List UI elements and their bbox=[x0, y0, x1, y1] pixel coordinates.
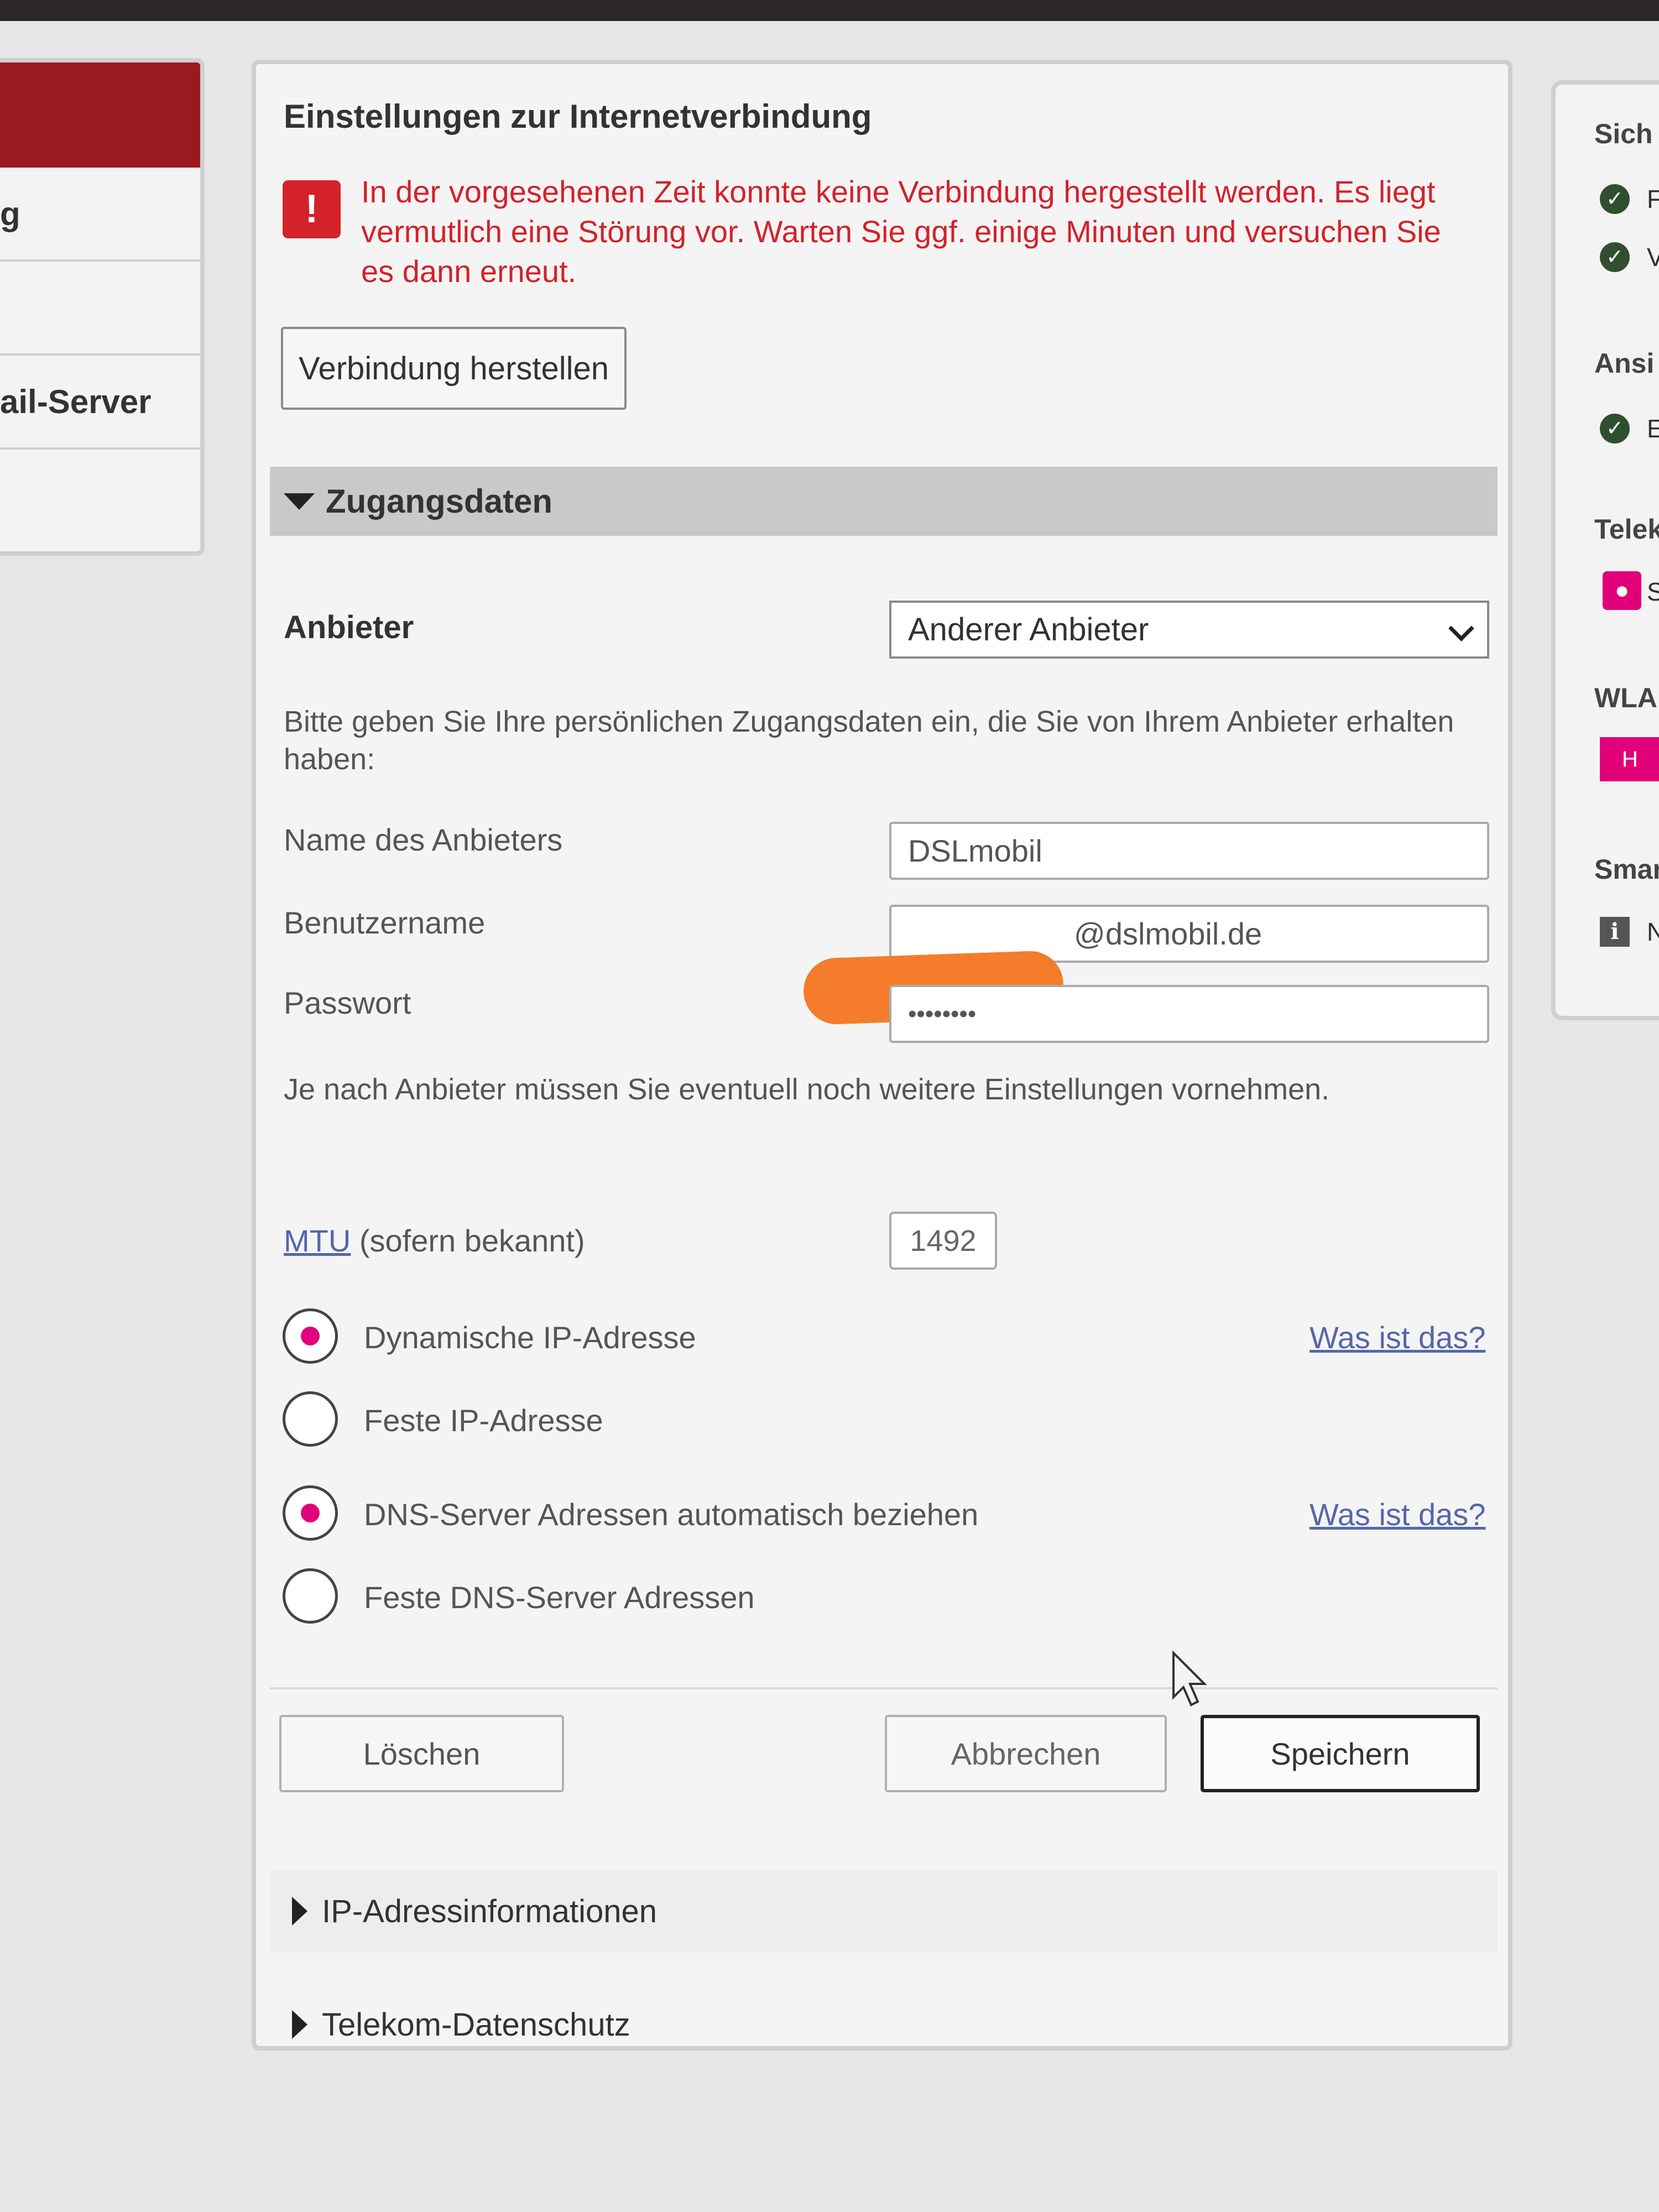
section-ip-address-info[interactable]: IP-Adressinformationen bbox=[270, 1870, 1498, 1953]
help-link-ip[interactable]: Was ist das? bbox=[1310, 1319, 1485, 1355]
radio-static-dns[interactable] bbox=[283, 1568, 338, 1624]
radio-label-auto-dns: DNS-Server Adressen automatisch beziehen bbox=[364, 1497, 979, 1532]
warning-icon: ! bbox=[283, 180, 341, 238]
sidebar-item-4[interactable] bbox=[0, 450, 200, 544]
section-telekom-privacy[interactable]: Telekom-Datenschutz bbox=[270, 1983, 1498, 2066]
radio-label-static-ip: Feste IP-Adresse bbox=[364, 1403, 603, 1438]
password-label: Passwort bbox=[284, 985, 411, 1020]
triangle-right-icon bbox=[292, 2010, 307, 2039]
sidebar-item-2[interactable] bbox=[0, 262, 200, 356]
check-icon: ✓ bbox=[1600, 242, 1630, 272]
radio-static-ip[interactable] bbox=[283, 1391, 338, 1447]
info-icon: i bbox=[1600, 917, 1630, 947]
user-icon[interactable]: ● bbox=[1603, 571, 1641, 610]
sidebar-item-label: ail-Server bbox=[0, 383, 152, 420]
radio-label-dynamic-ip: Dynamische IP-Adresse bbox=[364, 1320, 696, 1355]
connect-button[interactable]: Verbindung herstellen bbox=[281, 327, 627, 410]
internet-connection-panel: Einstellungen zur Internetverbindung ! I… bbox=[252, 60, 1512, 2051]
status-item-text: S bbox=[1647, 577, 1659, 607]
status-item-text: V bbox=[1647, 242, 1659, 272]
extra-settings-hint: Je nach Anbieter müssen Sie eventuell no… bbox=[284, 1073, 1330, 1106]
password-value: •••••••• bbox=[908, 1000, 977, 1027]
wifi-button-label: H bbox=[1622, 747, 1638, 771]
delete-button[interactable]: Löschen bbox=[279, 1715, 564, 1792]
save-button[interactable]: Speichern bbox=[1201, 1715, 1480, 1792]
radio-selected-dot bbox=[301, 1327, 320, 1345]
section-title: Zugangsdaten bbox=[326, 483, 553, 520]
divider bbox=[270, 1687, 1498, 1689]
triangle-right-icon bbox=[292, 1897, 307, 1926]
password-input[interactable]: •••••••• bbox=[889, 985, 1489, 1043]
status-heading-smart: Smar bbox=[1594, 854, 1659, 885]
top-bar bbox=[0, 0, 1659, 21]
radio-dynamic-ip[interactable] bbox=[283, 1308, 338, 1364]
sidebar-item-1[interactable]: g bbox=[0, 168, 200, 262]
mtu-link[interactable]: MTU bbox=[284, 1223, 351, 1258]
sidebar-item-mail-server[interactable]: ail-Server bbox=[0, 356, 200, 450]
sidebar-item-label: g bbox=[0, 195, 20, 232]
username-label: Benutzername bbox=[284, 905, 486, 940]
mouse-cursor-icon bbox=[1172, 1651, 1207, 1707]
section-title: IP-Adressinformationen bbox=[322, 1893, 658, 1929]
page-title: Einstellungen zur Internetverbindung bbox=[284, 98, 872, 135]
mtu-label-suffix: (sofern bekannt) bbox=[359, 1223, 585, 1258]
mtu-label: MTU (sofern bekannt) bbox=[284, 1223, 585, 1259]
section-header-access-data[interactable]: Zugangsdaten bbox=[270, 467, 1498, 536]
status-panel: Sich ✓ F ✓ V Ansi ✓ E Telek ● S WLA H Sm… bbox=[1551, 80, 1659, 1020]
wifi-icon[interactable]: H bbox=[1600, 737, 1659, 781]
provider-name-input[interactable] bbox=[889, 822, 1489, 880]
chevron-down-icon bbox=[1448, 615, 1474, 641]
section-title: Telekom-Datenschutz bbox=[322, 2006, 630, 2043]
provider-select-value: Anderer Anbieter bbox=[908, 612, 1149, 648]
status-heading-ansicht: Ansi bbox=[1594, 348, 1655, 379]
status-heading-security: Sich bbox=[1594, 118, 1653, 149]
mtu-input[interactable]: 1492 bbox=[889, 1212, 997, 1270]
provider-label: Anbieter bbox=[284, 609, 414, 645]
provider-name-label: Name des Anbieters bbox=[284, 822, 563, 857]
status-item-text: N bbox=[1647, 917, 1659, 947]
radio-selected-dot bbox=[301, 1504, 320, 1522]
status-item-text: F bbox=[1647, 184, 1659, 214]
mtu-value: 1492 bbox=[910, 1224, 977, 1258]
status-heading-wlan: WLA bbox=[1594, 682, 1657, 713]
username-value: @dslmobil.de bbox=[1074, 916, 1262, 951]
left-navigation: g ail-Server bbox=[0, 58, 205, 556]
check-icon: ✓ bbox=[1600, 414, 1630, 444]
provider-select[interactable]: Anderer Anbieter bbox=[889, 601, 1489, 659]
radio-label-static-dns: Feste DNS-Server Adressen bbox=[364, 1580, 755, 1615]
radio-auto-dns[interactable] bbox=[283, 1485, 338, 1541]
intro-text: Bitte geben Sie Ihre persönlichen Zugang… bbox=[284, 705, 1454, 776]
sidebar-item-active[interactable] bbox=[0, 62, 200, 168]
cancel-button[interactable]: Abbrechen bbox=[885, 1715, 1167, 1792]
status-heading-telekom: Telek bbox=[1594, 514, 1659, 545]
status-item-text: E bbox=[1647, 414, 1659, 444]
triangle-down-icon bbox=[284, 493, 315, 510]
check-icon: ✓ bbox=[1600, 184, 1630, 214]
error-message: In der vorgesehenen Zeit konnte keine Ve… bbox=[361, 174, 1441, 289]
help-link-dns[interactable]: Was ist das? bbox=[1310, 1496, 1485, 1532]
